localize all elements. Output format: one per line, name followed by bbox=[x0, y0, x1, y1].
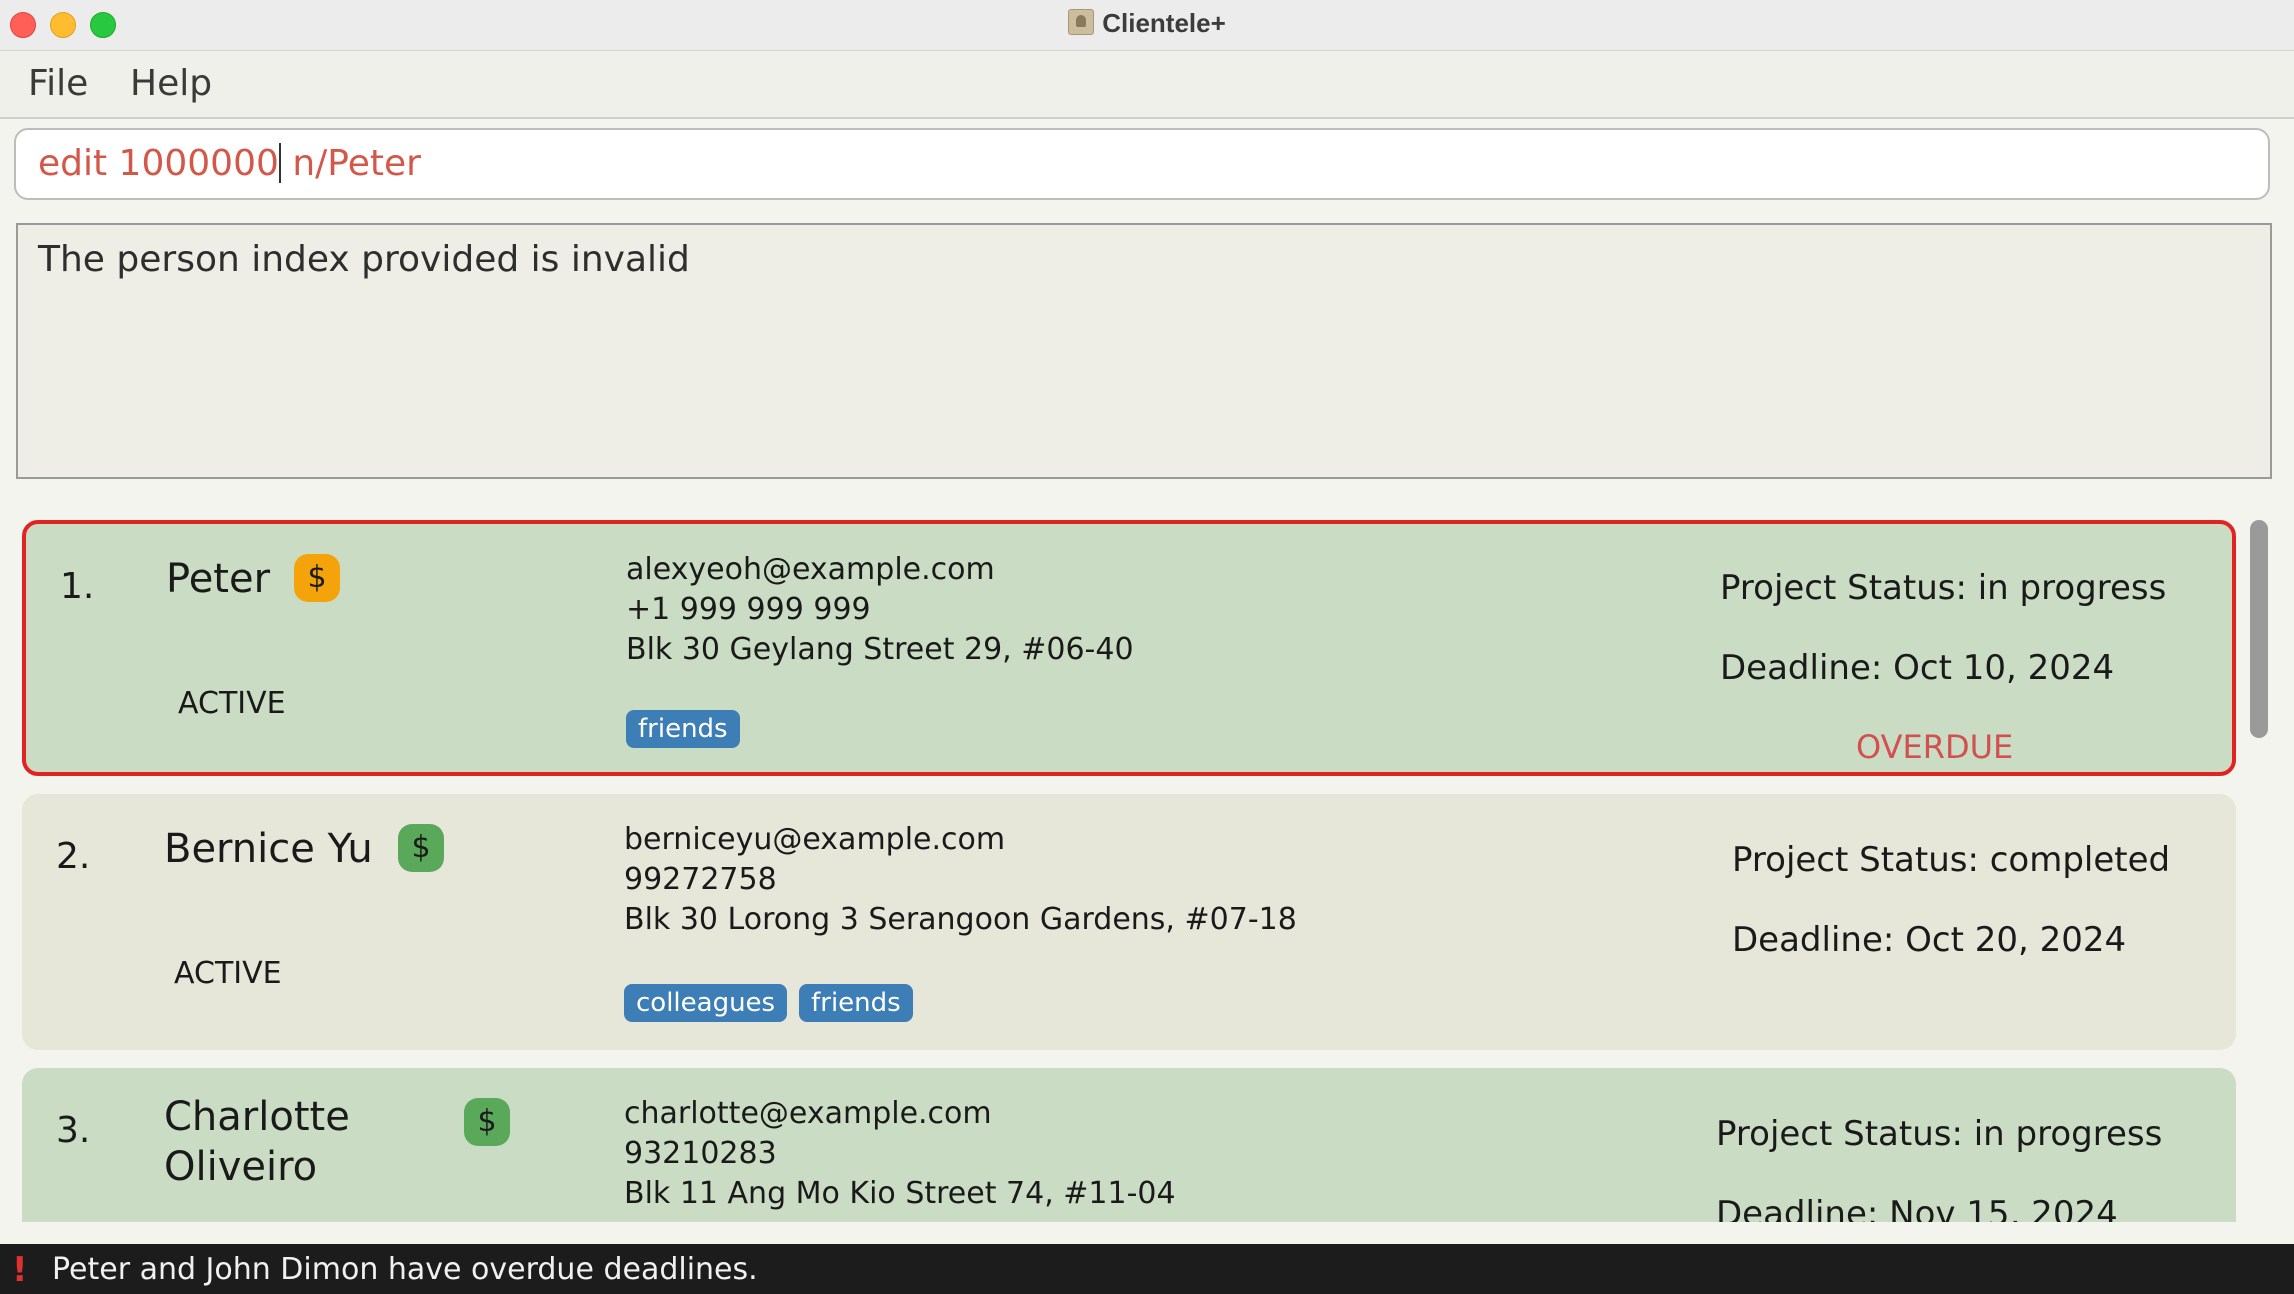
person-address: Blk 30 Lorong 3 Serangoon Gardens, #07-1… bbox=[624, 902, 1297, 937]
tag-list: friends bbox=[626, 710, 752, 748]
person-email: charlotte@example.com bbox=[624, 1096, 992, 1131]
person-phone: 99272758 bbox=[624, 862, 777, 897]
person-card[interactable]: 3. Charlotte Oliveiro $ charlotte@exampl… bbox=[22, 1068, 2236, 1222]
person-name-line2: Oliveiro bbox=[164, 1144, 318, 1190]
project-status: Project Status: in progress bbox=[1720, 568, 2167, 608]
result-display[interactable]: The person index provided is invalid bbox=[16, 223, 2272, 479]
person-index: 1. bbox=[60, 566, 95, 607]
person-list[interactable]: 1. Peter $ ACTIVE alexyeoh@example.com +… bbox=[0, 510, 2294, 1222]
client-status: ACTIVE bbox=[174, 956, 282, 991]
tag-list: colleagues friends bbox=[624, 984, 925, 1022]
person-index: 2. bbox=[56, 836, 91, 877]
command-input[interactable]: edit 1000000 n/Peter bbox=[14, 128, 2270, 200]
status-message: Peter and John Dimon have overdue deadli… bbox=[52, 1252, 758, 1287]
tag-friends: friends bbox=[799, 984, 913, 1022]
window-title-text: Clientele+ bbox=[1102, 8, 1226, 38]
tag-colleagues: colleagues bbox=[624, 984, 788, 1022]
project-deadline: Deadline: Oct 20, 2024 bbox=[1732, 920, 2127, 960]
person-address: Blk 11 Ang Mo Kio Street 74, #11-04 bbox=[624, 1176, 1176, 1211]
person-name: Charlotte Oliveiro bbox=[164, 1092, 350, 1192]
project-deadline: Deadline: Nov 15, 2024 bbox=[1716, 1194, 2118, 1222]
status-bar: ! Peter and John Dimon have overdue dead… bbox=[0, 1244, 2294, 1294]
menu-help[interactable]: Help bbox=[130, 63, 212, 104]
command-text-before-caret: edit 1000000 bbox=[38, 143, 279, 184]
project-deadline: Deadline: Oct 10, 2024 bbox=[1720, 648, 2115, 688]
payment-dollar-icon: $ bbox=[294, 554, 340, 602]
person-card[interactable]: 2. Bernice Yu $ ACTIVE berniceyu@example… bbox=[22, 794, 2236, 1050]
command-text-after-caret: n/Peter bbox=[280, 143, 421, 184]
person-name: Bernice Yu bbox=[164, 826, 373, 872]
person-email: alexyeoh@example.com bbox=[626, 552, 995, 587]
list-scrollbar[interactable] bbox=[2250, 520, 2268, 738]
overdue-label: OVERDUE bbox=[1856, 728, 2014, 766]
tag-friends: friends bbox=[626, 710, 740, 748]
exclamation-icon: ! bbox=[12, 1250, 28, 1290]
menu-bar: File Help bbox=[0, 51, 2294, 119]
person-email: berniceyu@example.com bbox=[624, 822, 1006, 857]
contact-info: alexyeoh@example.com +1 999 999 999 Blk … bbox=[626, 550, 1134, 670]
person-phone: 93210283 bbox=[624, 1136, 777, 1171]
title-bar: Clientele+ bbox=[0, 0, 2294, 51]
person-index: 3. bbox=[56, 1110, 91, 1151]
payment-dollar-icon: $ bbox=[464, 1098, 510, 1146]
window-title: Clientele+ bbox=[0, 8, 2294, 39]
person-phone: +1 999 999 999 bbox=[626, 592, 871, 627]
app-icon bbox=[1068, 9, 1095, 35]
command-text: edit 1000000 n/Peter bbox=[38, 143, 421, 184]
result-message: The person index provided is invalid bbox=[38, 239, 690, 280]
person-name-line1: Charlotte bbox=[164, 1094, 350, 1140]
client-status: ACTIVE bbox=[178, 686, 286, 721]
contact-info: charlotte@example.com 93210283 Blk 11 An… bbox=[624, 1094, 1176, 1214]
person-name: Peter bbox=[166, 556, 271, 602]
project-status: Project Status: completed bbox=[1732, 840, 2171, 880]
payment-dollar-icon: $ bbox=[398, 824, 444, 872]
person-address: Blk 30 Geylang Street 29, #06-40 bbox=[626, 632, 1134, 667]
project-status: Project Status: in progress bbox=[1716, 1114, 2163, 1154]
contact-info: berniceyu@example.com 99272758 Blk 30 Lo… bbox=[624, 820, 1297, 940]
person-card[interactable]: 1. Peter $ ACTIVE alexyeoh@example.com +… bbox=[22, 520, 2236, 776]
menu-file[interactable]: File bbox=[28, 63, 88, 104]
